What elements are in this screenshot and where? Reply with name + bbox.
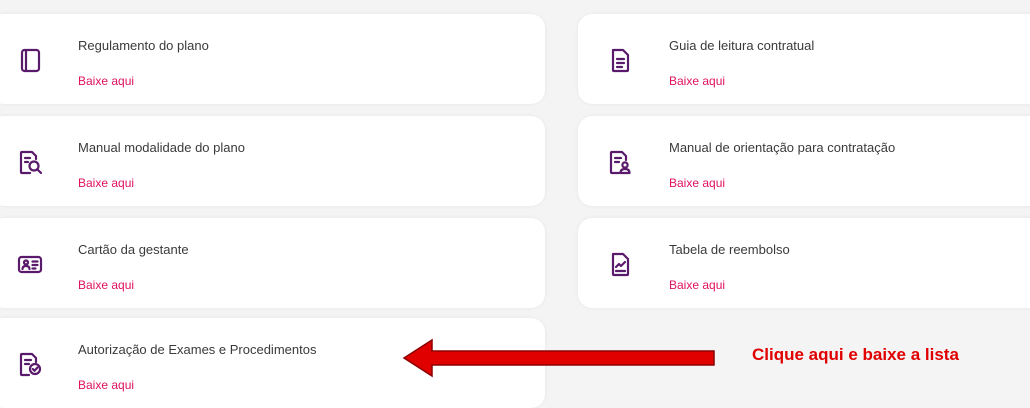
download-link[interactable]: Baixe aqui <box>78 278 134 292</box>
document-check-icon <box>16 350 44 378</box>
document-user-icon <box>606 148 634 176</box>
card-title: Regulamento do plano <box>78 38 209 53</box>
document-icon <box>606 46 634 74</box>
card-title: Autorização de Exames e Procedimentos <box>78 342 317 357</box>
notebook-icon <box>16 46 44 74</box>
card-manual-de-orientacao[interactable]: Manual de orientação para contratação Ba… <box>578 116 1030 206</box>
card-manual-modalidade-do-plano[interactable]: Manual modalidade do plano Baixe aqui <box>0 116 545 206</box>
document-search-icon <box>16 148 44 176</box>
card-cartao-da-gestante[interactable]: Cartão da gestante Baixe aqui <box>0 218 545 308</box>
card-regulamento-do-plano[interactable]: Regulamento do plano Baixe aqui <box>0 14 545 104</box>
card-title: Cartão da gestante <box>78 242 189 257</box>
annotation-callout: Clique aqui e baixe a lista <box>752 345 959 364</box>
card-guia-de-leitura-contratual[interactable]: Guia de leitura contratual Baixe aqui <box>578 14 1030 104</box>
document-chart-icon <box>606 250 634 278</box>
id-card-icon <box>16 250 44 278</box>
download-link[interactable]: Baixe aqui <box>78 74 134 88</box>
card-title: Tabela de reembolso <box>669 242 790 257</box>
download-link[interactable]: Baixe aqui <box>669 74 725 88</box>
card-title: Manual modalidade do plano <box>78 140 245 155</box>
card-title: Manual de orientação para contratação <box>669 140 896 155</box>
download-link[interactable]: Baixe aqui <box>78 378 134 392</box>
download-link[interactable]: Baixe aqui <box>78 176 134 190</box>
red-arrow-icon <box>402 338 715 378</box>
download-link[interactable]: Baixe aqui <box>669 278 725 292</box>
card-tabela-de-reembolso[interactable]: Tabela de reembolso Baixe aqui <box>578 218 1030 308</box>
download-link[interactable]: Baixe aqui <box>669 176 725 190</box>
card-title: Guia de leitura contratual <box>669 38 815 53</box>
